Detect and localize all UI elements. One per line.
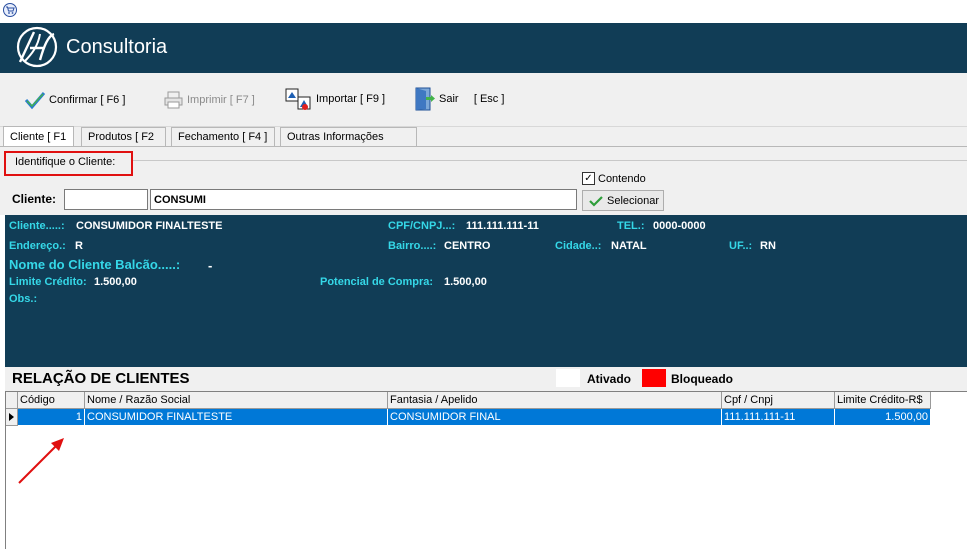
identify-client-label: Identifique o Cliente:: [4, 151, 133, 176]
checkmark-icon: [589, 195, 603, 207]
contendo-checkbox[interactable]: ✓ Contendo: [582, 172, 646, 185]
tab-fechamento[interactable]: Fechamento [ F4 ]: [171, 127, 275, 147]
printer-icon: [164, 91, 183, 109]
app-title: Consultoria: [66, 36, 168, 58]
tab-produtos[interactable]: Produtos [ F2 ]: [81, 127, 166, 161]
cliente-label: Cliente.....:: [9, 220, 65, 232]
grid-header-row: Código Nome / Razão Social Fantasia / Ap…: [5, 392, 931, 409]
app-cart-icon: [3, 3, 17, 17]
uf-label: UF..:: [729, 240, 753, 252]
cidade-value: NATAL: [611, 240, 647, 252]
endereco-label: Endereço.:: [9, 240, 66, 252]
potencial-label: Potencial de Compra:: [320, 276, 434, 288]
column-header-cpf[interactable]: Cpf / Cnpj: [722, 392, 835, 409]
tab-bar: Cliente [ F1 ] Produtos [ F2 ] Fechament…: [0, 126, 967, 163]
cpf-value: 111.111.111-11: [466, 220, 539, 232]
tel-value: 0000-0000: [653, 220, 706, 232]
checkbox-checked-icon: ✓: [582, 172, 595, 185]
client-info-panel: Cliente.....: CONSUMIDOR FINALTESTE CPF/…: [5, 215, 967, 367]
cell-nome: CONSUMIDOR FINALTESTE: [85, 409, 388, 426]
tab-outras-informacoes[interactable]: Outras Informações [F11]: [280, 127, 417, 161]
column-header-limite[interactable]: Limite Crédito-R$: [835, 392, 931, 409]
select-button[interactable]: Selecionar: [582, 190, 664, 211]
column-header-nome[interactable]: Nome / Razão Social: [85, 392, 388, 409]
checkmark-icon: [24, 92, 46, 110]
company-logo-icon: [10, 26, 64, 68]
cell-codigo: 1: [18, 409, 85, 426]
legend-active-label: Ativado: [587, 372, 632, 386]
obs-label: Obs.:: [9, 293, 38, 305]
uf-value: RN: [760, 240, 776, 252]
cidade-label: Cidade..:: [555, 240, 602, 252]
legend-blocked-swatch: [642, 369, 666, 387]
exit-label: Sair [ Esc ]: [439, 93, 505, 105]
bairro-value: CENTRO: [444, 240, 491, 252]
contendo-label: Contendo: [598, 172, 646, 185]
confirm-button[interactable]: Confirmar [ F6 ]: [24, 88, 125, 112]
print-label: Imprimir [ F7 ]: [187, 94, 255, 106]
client-field-label: Cliente:: [12, 192, 57, 206]
select-label: Selecionar: [607, 194, 659, 207]
groupbox-border: [130, 160, 967, 161]
print-button[interactable]: Imprimir [ F7 ]: [164, 88, 255, 112]
exit-button[interactable]: Sair [ Esc ]: [414, 87, 504, 111]
endereco-value: R: [75, 240, 83, 252]
annotation-arrow-icon: [18, 438, 64, 484]
client-code-input[interactable]: [64, 189, 148, 210]
tab-cliente[interactable]: Cliente [ F1 ]: [3, 126, 74, 163]
door-exit-icon: [415, 87, 435, 111]
limite-value: 1.500,00: [94, 276, 137, 288]
import-icon: [285, 88, 311, 110]
tel-label: TEL.:: [617, 220, 645, 232]
potencial-value: 1.500,00: [444, 276, 487, 288]
cell-cpf: 111.111.111-11: [722, 409, 835, 426]
cliente-value: CONSUMIDOR FINALTESTE: [76, 220, 223, 232]
cell-fantasia: CONSUMIDOR FINAL: [388, 409, 722, 426]
column-header-fantasia[interactable]: Fantasia / Apelido: [388, 392, 722, 409]
bairro-label: Bairro....:: [388, 240, 437, 252]
balcao-label: Nome do Cliente Balcão.....:: [9, 257, 181, 272]
table-row[interactable]: 1 CONSUMIDOR FINALTESTE CONSUMIDOR FINAL…: [5, 409, 931, 426]
relation-title: RELAÇÃO DE CLIENTES: [12, 370, 190, 387]
cpf-label: CPF/CNPJ...:: [388, 220, 456, 232]
column-header-codigo[interactable]: Código: [18, 392, 85, 409]
import-button[interactable]: Importar [ F9 ]: [285, 87, 385, 111]
confirm-label: Confirmar [ F6 ]: [49, 94, 126, 106]
cell-limite: 1.500,00: [835, 409, 931, 426]
legend-active-swatch: [556, 369, 580, 387]
limite-label: Limite Crédito:: [9, 276, 87, 288]
client-name-input[interactable]: [150, 189, 577, 210]
balcao-value: -: [208, 258, 213, 273]
import-label: Importar [ F9 ]: [316, 93, 386, 105]
legend-blocked-label: Bloqueado: [671, 372, 733, 386]
